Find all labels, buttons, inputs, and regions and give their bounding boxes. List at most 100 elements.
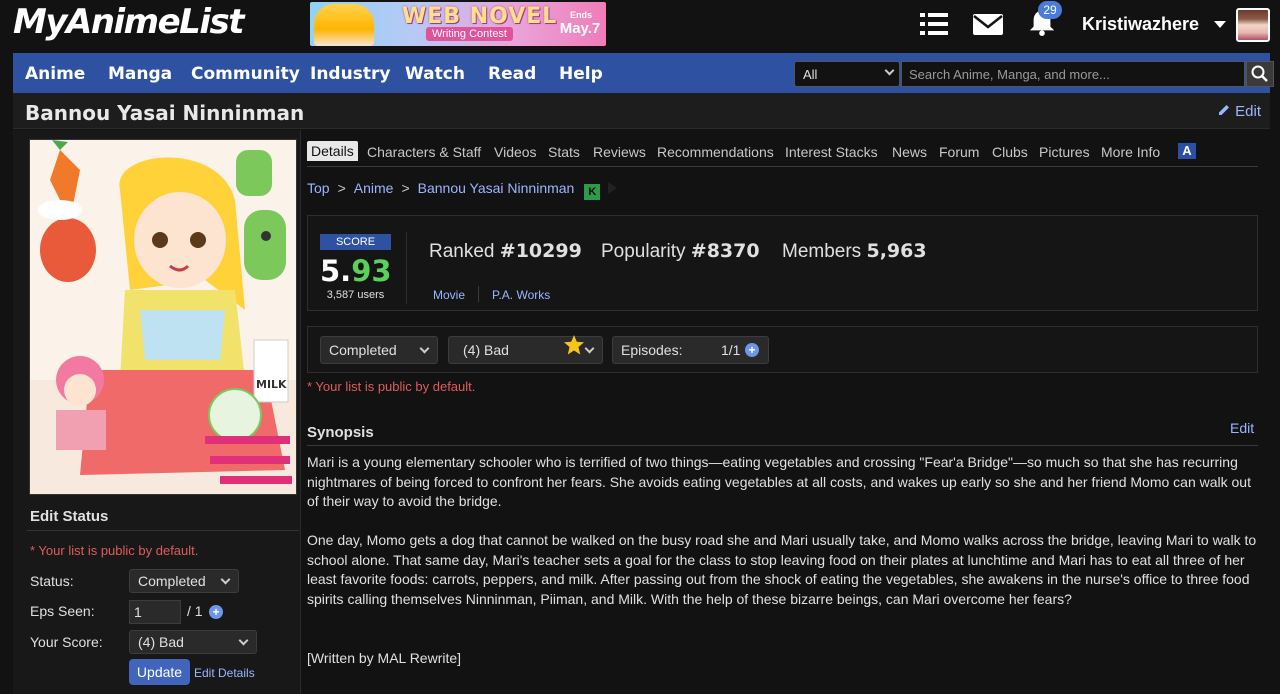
edit-page-link[interactable]: Edit xyxy=(1217,103,1261,120)
page-title: Bannou Yasai Ninninman xyxy=(25,101,305,125)
edit-details-link[interactable]: Edit Details xyxy=(194,666,255,680)
tab-interest-stacks[interactable]: Interest Stacks xyxy=(785,144,878,160)
members-label: Members xyxy=(782,241,862,262)
chevron-down-icon xyxy=(238,635,249,646)
cover-illustration: MILK xyxy=(30,140,296,494)
nav-manga[interactable]: Manga xyxy=(108,64,172,84)
nav-community[interactable]: Community xyxy=(191,64,300,84)
score-decimal: 93 xyxy=(351,254,392,288)
tab-forum[interactable]: Forum xyxy=(939,144,979,160)
increment-episode-icon[interactable]: + xyxy=(209,605,223,619)
page-title-bar: Bannou Yasai Ninninman Edit xyxy=(13,93,1270,129)
k-badge-icon[interactable]: K xyxy=(584,184,601,200)
tab-pictures[interactable]: Pictures xyxy=(1039,144,1090,160)
search-category-select[interactable]: All xyxy=(794,61,900,87)
edit-status-heading: Edit Status xyxy=(30,508,109,525)
nav-industry[interactable]: Industry xyxy=(310,64,390,84)
chevron-down-icon xyxy=(584,343,595,354)
banner-title: WEB NOVEL xyxy=(402,4,558,29)
eps-seen-label: Eps Seen: xyxy=(30,603,95,619)
popularity-value: #8370 xyxy=(690,240,760,262)
synopsis-paragraph: One day, Momo gets a dog that cannot be … xyxy=(307,532,1257,607)
chevron-down-icon xyxy=(220,574,231,585)
caret-down-icon[interactable] xyxy=(1214,21,1226,28)
tab-characters-staff[interactable]: Characters & Staff xyxy=(367,144,481,160)
chevron-down-icon xyxy=(419,343,430,354)
tab-videos[interactable]: Videos xyxy=(494,144,537,160)
status-select[interactable]: Completed xyxy=(129,569,239,593)
tab-recommendations[interactable]: Recommendations xyxy=(657,144,774,160)
tab-details[interactable]: Details xyxy=(307,141,358,161)
divider xyxy=(307,445,1258,446)
banner-ends-date: May.7 xyxy=(559,20,601,37)
score-stats-panel: SCORE 5.93 3,587 users Ranked #10299 Pop… xyxy=(307,215,1258,311)
nav-anime[interactable]: Anime xyxy=(25,64,85,84)
breadcrumb-current[interactable]: Bannou Yasai Ninninman xyxy=(418,180,575,196)
eps-seen-input[interactable] xyxy=(129,600,181,624)
tab-clubs[interactable]: Clubs xyxy=(992,144,1028,160)
list-status-select[interactable]: Completed xyxy=(320,336,438,364)
anime-cover-image[interactable]: MILK xyxy=(29,139,297,495)
public-note: * Your list is public by default. xyxy=(307,379,476,394)
search-category-value: All xyxy=(803,67,818,82)
list-score-value: (4) Bad xyxy=(463,342,509,358)
list-icon[interactable] xyxy=(918,10,950,38)
site-logo[interactable]: MyAnimeList xyxy=(13,2,244,42)
list-status-value: Completed xyxy=(329,342,397,358)
nav-read[interactable]: Read xyxy=(488,64,536,84)
tab-more-info[interactable]: More Info xyxy=(1101,144,1160,160)
members-value: 5,963 xyxy=(866,240,927,262)
username-menu[interactable]: Kristiwazhere xyxy=(1082,14,1199,35)
search-input[interactable] xyxy=(901,61,1245,87)
tab-stats[interactable]: Stats xyxy=(548,144,580,160)
play-icon[interactable] xyxy=(608,182,618,194)
tab-news[interactable]: News xyxy=(892,144,927,160)
status-label: Status: xyxy=(30,573,74,589)
breadcrumb-anime[interactable]: Anime xyxy=(354,180,394,196)
ranked-label: Ranked xyxy=(429,241,495,262)
ranked-stat: Ranked #10299 xyxy=(429,240,582,263)
score-value: 5.93 xyxy=(320,254,392,288)
mail-icon[interactable] xyxy=(972,10,1004,38)
notification-count-badge: 29 xyxy=(1038,1,1062,19)
breadcrumb-top[interactable]: Top xyxy=(307,180,330,196)
search-icon xyxy=(1251,65,1268,82)
banner-subtitle: Writing Contest xyxy=(426,27,513,41)
nav-watch[interactable]: Watch xyxy=(405,64,465,84)
edit-synopsis-link[interactable]: Edit xyxy=(1230,420,1254,436)
public-note: * Your list is public by default. xyxy=(30,543,199,558)
score-int: 5. xyxy=(320,254,352,288)
episodes-label: Episodes: xyxy=(621,342,683,358)
web-novel-contest-banner[interactable]: WEB NOVEL Writing Contest Ends May.7 xyxy=(310,2,606,46)
tab-reviews[interactable]: Reviews xyxy=(593,144,646,160)
status-select-value: Completed xyxy=(138,573,206,589)
update-button[interactable]: Update xyxy=(129,659,190,685)
breadcrumb-separator: > xyxy=(337,180,346,196)
star-icon xyxy=(564,335,584,355)
episodes-value: 1/1 xyxy=(721,342,741,358)
user-avatar[interactable] xyxy=(1236,8,1270,42)
svg-text:MILK: MILK xyxy=(256,378,287,391)
main-nav: Anime Manga Community Industry Watch Rea… xyxy=(13,53,1274,93)
members-stat: Members 5,963 xyxy=(782,240,927,263)
chevron-down-icon xyxy=(884,65,895,76)
search-button[interactable] xyxy=(1246,61,1274,87)
banner-ends-label: Ends xyxy=(569,10,592,20)
list-status-panel: Completed (4) Bad Episodes: 1/1 + xyxy=(307,326,1258,373)
studio-link[interactable]: P.A. Works xyxy=(492,288,550,302)
eps-total: / 1 xyxy=(187,603,203,619)
increment-episode-icon[interactable]: + xyxy=(745,343,759,357)
site-header: MyAnimeList WEB NOVEL Writing Contest En… xyxy=(0,0,1280,52)
popularity-stat: Popularity #8370 xyxy=(601,240,760,263)
type-link[interactable]: Movie xyxy=(433,288,465,302)
nav-help[interactable]: Help xyxy=(559,64,603,84)
score-users-count: 3,587 users xyxy=(326,289,385,301)
synopsis-heading: Synopsis xyxy=(307,424,374,441)
synopsis-paragraph: Mari is a young elementary schooler who … xyxy=(307,454,1251,509)
breadcrumb: Top > Anime > Bannou Yasai Ninninman K xyxy=(307,180,618,200)
your-score-label: Your Score: xyxy=(30,634,103,650)
anilist-logo-icon[interactable]: A xyxy=(1178,143,1196,159)
ranked-value: #10299 xyxy=(499,240,582,262)
score-select[interactable]: (4) Bad xyxy=(129,630,257,654)
pencil-icon xyxy=(1219,105,1230,115)
